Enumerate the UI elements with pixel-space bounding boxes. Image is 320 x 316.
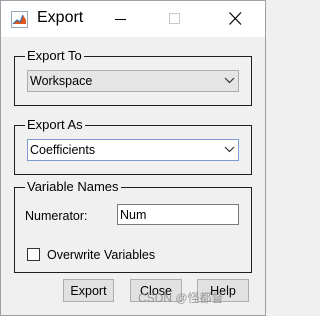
variable-names-group: Variable Names Numerator: Overwrite Vari… bbox=[14, 178, 252, 273]
title-bar[interactable]: Export bbox=[1, 1, 265, 37]
export-as-dropdown[interactable]: Coefficients bbox=[27, 139, 239, 161]
window-title: Export bbox=[37, 9, 84, 26]
export-dialog: Export Export To Workspace Export As Coe… bbox=[0, 0, 266, 316]
minimize-button[interactable] bbox=[99, 1, 145, 37]
variable-names-label: Variable Names bbox=[25, 178, 121, 196]
overwrite-variables-checkbox[interactable] bbox=[27, 248, 40, 261]
export-as-group: Export As Coefficients bbox=[14, 116, 252, 175]
export-to-group: Export To Workspace bbox=[14, 47, 252, 106]
close-icon bbox=[229, 12, 242, 25]
export-to-label: Export To bbox=[25, 47, 84, 65]
maximize-button bbox=[153, 1, 199, 37]
watermark: CSDN @怪都督 bbox=[138, 291, 224, 305]
export-button[interactable]: Export bbox=[63, 279, 114, 302]
matlab-icon bbox=[11, 11, 28, 28]
minimize-icon bbox=[115, 19, 126, 20]
export-to-value: Workspace bbox=[30, 74, 93, 88]
export-as-value: Coefficients bbox=[30, 143, 96, 157]
numerator-input[interactable] bbox=[117, 204, 239, 225]
export-as-label: Export As bbox=[25, 116, 85, 134]
close-window-button[interactable] bbox=[213, 1, 259, 37]
maximize-icon bbox=[169, 13, 180, 24]
numerator-label: Numerator: bbox=[25, 209, 88, 223]
chevron-down-icon[interactable] bbox=[221, 71, 238, 91]
chevron-down-icon[interactable] bbox=[221, 140, 238, 160]
export-to-dropdown[interactable]: Workspace bbox=[27, 70, 239, 92]
overwrite-variables-label[interactable]: Overwrite Variables bbox=[47, 248, 155, 262]
